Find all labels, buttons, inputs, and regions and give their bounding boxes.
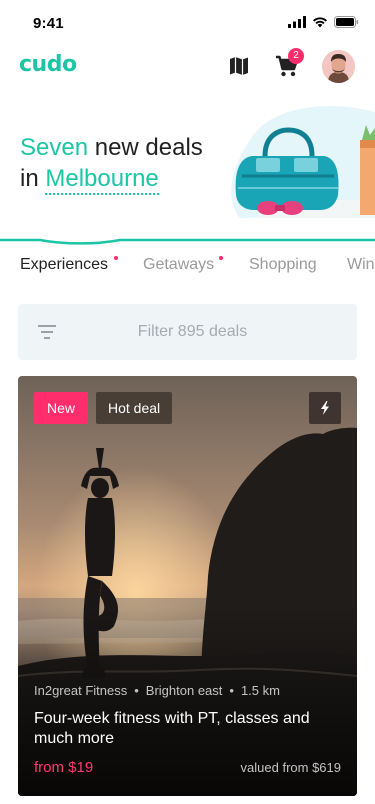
status-icons — [288, 16, 359, 28]
hero-divider — [0, 238, 375, 245]
city-selector[interactable]: Melbourne — [45, 165, 159, 195]
deal-price: from $19 — [34, 759, 94, 776]
new-badge: New — [34, 392, 89, 424]
map-icon — [230, 57, 248, 75]
tab-shopping[interactable]: Shopping — [249, 256, 317, 274]
status-time: 9:41 — [33, 15, 64, 32]
app-header: cudo 2 — [0, 44, 375, 88]
cart-count-badge: 2 — [288, 48, 304, 64]
battery-icon — [334, 16, 359, 28]
tab-experiences-dot — [114, 256, 118, 260]
hero-line1-text: new deals — [88, 134, 203, 161]
avatar[interactable] — [322, 50, 355, 83]
flash-icon — [321, 401, 329, 415]
signal-icon — [288, 16, 306, 28]
hero-illustration — [231, 106, 375, 218]
tab-getaways-dot — [219, 256, 223, 260]
tab-win[interactable]: Win — [347, 256, 375, 274]
deal-valued-price: valued from $619 — [240, 760, 341, 775]
tab-getaways[interactable]: Getaways — [143, 256, 214, 274]
hero-banner: Seven new deals in Melbourne — [0, 100, 375, 248]
hero-title: Seven new deals in Melbourne — [20, 132, 203, 195]
deal-title: Four-week fitness with PT, classes and m… — [34, 710, 310, 747]
wifi-icon — [313, 17, 327, 28]
deal-distance: 1.5 km — [240, 683, 280, 698]
deal-meta: In2great Fitness • Brighton east • 1.5 km — [34, 683, 280, 698]
deal-location: Brighton east — [145, 683, 223, 698]
deal-card[interactable]: New Hot deal In2great Fitness • Brighton e… — [18, 376, 357, 796]
avatar-image — [322, 50, 355, 83]
hot-deal-badge: Hot deal — [96, 392, 173, 424]
meta-separator: • — [134, 683, 139, 698]
merchant-name: In2great Fitness — [34, 683, 128, 698]
hero-line2-prefix: in — [20, 165, 46, 192]
status-bar: 9:41 — [0, 0, 375, 44]
deal-count-highlight: Seven — [20, 134, 89, 161]
category-tabs: Experiences Getaways Shopping Win — [0, 256, 375, 280]
map-button[interactable] — [228, 55, 250, 77]
filter-button[interactable]: Filter 895 deals — [18, 304, 357, 360]
meta-separator: • — [229, 683, 234, 698]
filter-label: Filter 895 deals — [137, 323, 248, 340]
cudo-logo[interactable]: cudo — [19, 52, 77, 77]
flash-button[interactable] — [309, 392, 341, 424]
tab-experiences[interactable]: Experiences — [20, 256, 108, 274]
